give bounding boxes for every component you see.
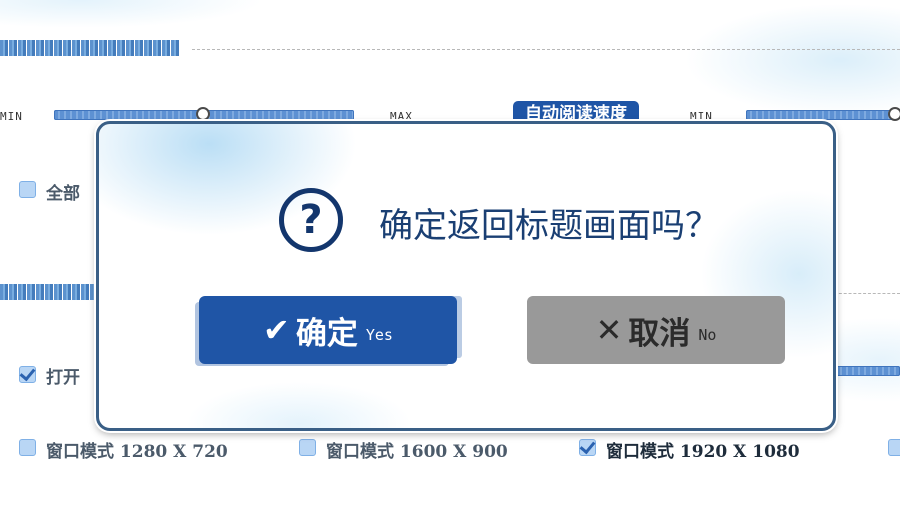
dialog-question: 确定返回标题画面吗？ xyxy=(379,206,719,246)
resolution-1600-checkbox[interactable] xyxy=(299,439,316,456)
all-option-label: 全部 xyxy=(46,184,80,204)
dialog-splash xyxy=(99,124,833,428)
resolution-next-checkbox[interactable] xyxy=(888,439,900,456)
all-option-checkbox[interactable] xyxy=(19,181,36,198)
auto-slider-thumb[interactable] xyxy=(888,107,900,121)
close-icon: ✕ xyxy=(595,311,623,349)
resolution-1920-label: 窗口模式 1920 X 1080 xyxy=(606,442,800,462)
auto-read-speed-slider[interactable] xyxy=(746,107,900,121)
section-header-stroke xyxy=(0,40,180,56)
confirm-sub-label: Yes xyxy=(365,326,393,344)
confirm-button[interactable]: ✔ 确定 Yes xyxy=(199,296,457,364)
cancel-sub-label: No xyxy=(698,326,717,344)
resolution-1920-checkbox[interactable] xyxy=(579,439,596,456)
resolution-1600-label: 窗口模式 1600 X 900 xyxy=(326,442,508,462)
question-circle-icon: ? xyxy=(279,188,343,252)
slider-min-label: MIN xyxy=(0,110,23,123)
slider-thumb[interactable] xyxy=(196,107,210,121)
confirm-label: 确定 xyxy=(295,315,358,352)
section-divider-2 xyxy=(834,293,900,294)
resolution-1280-label: 窗口模式 1280 X 720 xyxy=(46,442,228,462)
resolution-1280-checkbox[interactable] xyxy=(19,439,36,456)
cancel-button[interactable]: ✕ 取消 No xyxy=(527,296,785,364)
return-to-title-dialog: ? 确定返回标题画面吗？ ✔ 确定 Yes ✕ 取消 No xyxy=(96,121,836,431)
section-header-stroke-2 xyxy=(0,284,95,300)
section-divider xyxy=(192,49,900,50)
cancel-label: 取消 xyxy=(628,315,691,352)
open-option-label: 打开 xyxy=(46,368,80,388)
volume-slider[interactable] xyxy=(836,366,900,376)
text-speed-slider[interactable] xyxy=(54,107,354,121)
check-icon: ✔ xyxy=(263,311,290,349)
open-option-checkbox[interactable] xyxy=(19,366,36,383)
